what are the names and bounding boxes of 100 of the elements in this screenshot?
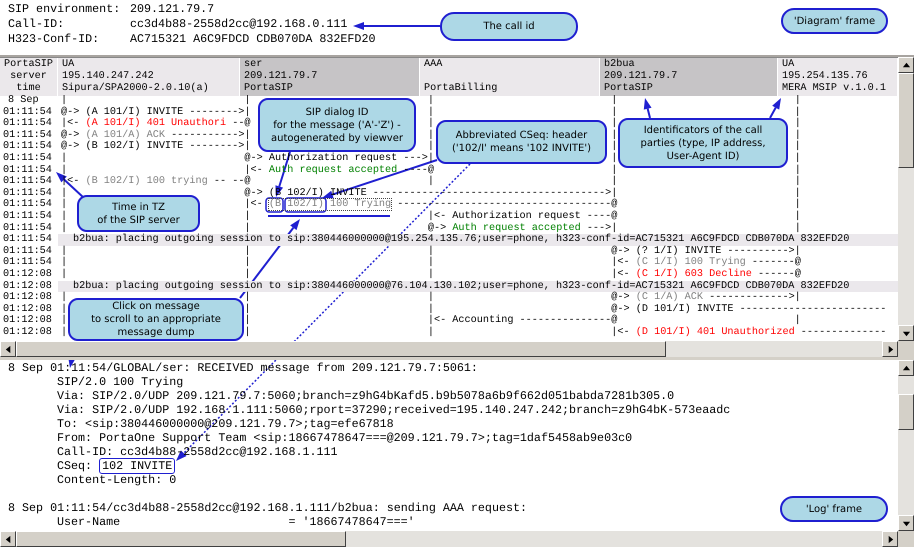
lifeline-mark: | [61,210,68,222]
sequence-message[interactable]: |<- (B 102/I) 100 Trying -----------------------------------@ [244,199,618,210]
scrollbar-corner [898,341,914,357]
scroll-down-button[interactable] [898,325,914,341]
log-entry-header: 8 Sep 01:11:54/cc3d4b88-2558d2cc@192.168.1.111/b2bua: sending AAA request: [8,501,528,515]
callout: SIP dialog ID for the message ('A'-'Z') - autogenerated by viewver [258,98,416,152]
sequence-message[interactable]: @-> (? 1/I) INVITE ---------->| [611,246,801,257]
lifeline-mark: | [428,118,434,130]
lifeline-mark: | [428,257,434,268]
callout: Time in TZ of the SIP server [77,195,200,232]
log-line: User-Name = '18667478647===' [57,515,415,529]
lifeline-mark: | [428,106,434,118]
horizontal-scrollbar[interactable] [0,341,898,357]
lifeline-mark: | [61,326,68,338]
scrollbar-thumb[interactable] [16,341,666,357]
lifeline-mark: | [794,315,801,326]
date-label: 8 Sep [7,95,39,107]
timestamp: 01:11:54 [2,257,52,269]
scroll-right-button[interactable] [882,341,898,357]
party-header: UA 195.140.247.242 Sipura/SPA2000-2.0.10(a) [58,58,240,96]
log-line: To: <sip:380446000000@209.121.79.7>;tag=efe67818 [57,417,394,431]
horizontal-scrollbar[interactable] [0,531,898,547]
sequence-message[interactable]: @-> (A 101/A) ACK ----------->| [61,130,251,141]
lifeline-mark: | [794,176,801,188]
lifeline-mark: | [428,292,434,304]
lifeline-mark: | [61,199,68,210]
scroll-left-button[interactable] [0,341,16,357]
lifeline-mark: | [428,268,434,280]
callout: 'Diagram' frame [781,8,888,34]
callout: 'Log' frame [780,496,888,522]
scroll-up-button[interactable] [898,57,914,73]
timestamp: 01:12:08 [2,315,52,327]
lifeline-mark: | [611,164,618,176]
vertical-scrollbar[interactable] [898,57,914,341]
sequence-message[interactable]: |<- (D 101/I) 401 Unauthorized -------------- [611,326,886,338]
triangle-up-icon [902,364,910,372]
session-note: b2bua: placing outgoing session to sip:380446000000@76.104.130.102;user=phone, h323-conf-id=AC715321 A6C9FDCD CDB070DA 832EFD20 [58,280,898,292]
sequence-message[interactable]: |<- (A 101/I) 401 Unauthori --@ [61,118,251,130]
info-label: H323-Conf-ID: [8,32,100,47]
info-value: cc3d4b88-2558d2cc@192.168.0.111 [130,17,348,32]
lifeline-mark: | [428,304,434,315]
callout: Click on message to scroll to an appropriate message dump [68,298,244,341]
scroll-left-button[interactable] [0,531,16,547]
log-line: CSeq: 102 INVITE [57,459,176,473]
sequence-message[interactable]: @-> (D 101/I) INVITE ------------------------ [611,304,886,315]
sequence-message[interactable]: @-> (B 102/I) INVITE -------->| [61,141,251,152]
info-label: SIP environment: [8,2,120,17]
lifeline-mark: | [244,304,251,315]
callout: The call id [440,12,578,41]
scrollbar-thumb[interactable] [898,394,914,430]
info-value: AC715321 A6C9FDCD CDB070DA 832EFD20 [130,32,376,47]
sequence-message[interactable]: |<- Authorization request ----@ [428,210,618,222]
lifeline-mark: | [244,222,251,234]
triangle-down-icon [902,518,910,528]
party-header: AAA PortaBilling [420,58,600,96]
sequence-message[interactable]: |<- (C 1/I) 100 Trying -------@ [611,257,801,268]
lifeline-mark: | [61,164,68,176]
lifeline-mark: | [794,152,801,164]
sequence-message[interactable]: @-> Auth request accepted --->| [428,222,618,234]
scrollbar-thumb[interactable] [898,73,914,168]
lifeline-mark: | [611,106,618,118]
scrollbar-corner [898,531,914,547]
timestamp: 01:12:08 [2,292,52,304]
lifeline-mark: | [794,164,801,176]
lifeline-mark: | [61,246,68,257]
party-header: ser 209.121.79.7 PortaSIP [240,58,420,96]
scrollbar-thumb[interactable] [16,531,346,547]
lifeline-mark: | [244,292,251,304]
lifeline-mark: | [794,222,801,234]
vertical-scrollbar[interactable] [898,360,914,531]
lifeline-mark: | [794,141,801,152]
sequence-message[interactable]: @-> (C 1/A) ACK ------------->| [611,292,801,304]
lifeline-mark: | [794,118,801,130]
lifeline-mark: | [428,141,434,152]
lifeline-mark: | [794,210,801,222]
scroll-up-button[interactable] [898,360,914,376]
timestamp: 01:11:54 [2,222,52,234]
timestamp: 01:12:08 [2,280,52,292]
scroll-down-button[interactable] [898,515,914,531]
lifeline-mark: | [244,257,251,268]
timestamp: 01:11:54 [2,152,52,165]
sequence-message[interactable]: @-> (A 101/I) INVITE -------->| [61,106,251,118]
log-line: Call-ID: cc3d4b88-2558d2cc@192.168.1.111 [57,445,338,459]
log-line: SIP/2.0 100 Trying [57,375,184,389]
timestamp: 01:11:54 [2,210,52,223]
triangle-down-icon [902,328,910,338]
sequence-message[interactable]: |<- (C 1/I) 603 Decline ------@ [611,268,801,280]
info-label: Call-ID: [8,17,64,32]
lifeline-mark: | [794,188,801,199]
pointer-arrow [769,98,781,118]
callout: Identificators of the call parties (type, IP address, User-Agent ID) [618,118,788,168]
callout: Abbreviated CSeq: header ('102/I' means '102 INVITE') [436,120,607,164]
scroll-right-button[interactable] [882,531,898,547]
log-line: Via: SIP/2.0/UDP 192.168.1.111:5060;rport=37290;received=195.140.247.242;branch=z9hG4bK-573eaadc [57,403,730,417]
log-line: Via: SIP/2.0/UDP 209.121.79.7:5060;branch=z9hG4bKafd5.b9b5078a6b9f662d051babda7281b305.0 [57,389,674,403]
timestamp: 01:11:54 [2,106,52,118]
sequence-message[interactable]: |<- Accounting ---------------@ [428,315,618,326]
lifeline-mark: | [611,141,618,152]
timestamp: 01:11:54 [2,199,52,211]
timestamp: 01:11:54 [2,246,52,257]
